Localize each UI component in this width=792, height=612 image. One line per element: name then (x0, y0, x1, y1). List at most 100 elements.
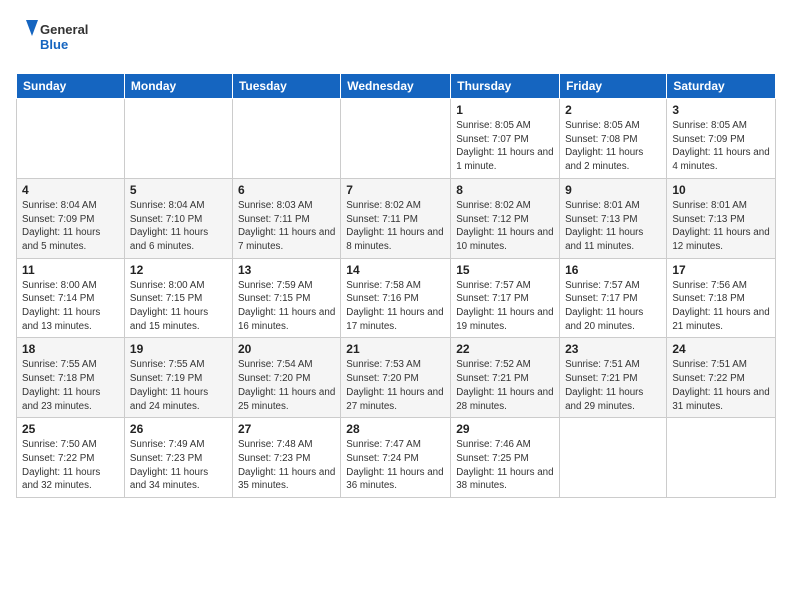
header-tuesday: Tuesday (232, 74, 340, 99)
day-info: Sunrise: 8:04 AM Sunset: 7:10 PM Dayligh… (130, 199, 227, 254)
day-info: Sunrise: 7:57 AM Sunset: 7:17 PM Dayligh… (565, 279, 661, 334)
week-row-2: 4 Sunrise: 8:04 AM Sunset: 7:09 PM Daylig… (17, 178, 776, 258)
calendar-cell: 6 Sunrise: 8:03 AM Sunset: 7:11 PM Daylig… (232, 178, 340, 258)
day-info: Sunrise: 8:00 AM Sunset: 7:15 PM Dayligh… (130, 279, 227, 334)
day-info: Sunrise: 7:56 AM Sunset: 7:18 PM Dayligh… (672, 279, 770, 334)
header-friday: Friday (560, 74, 667, 99)
day-info: Sunrise: 7:46 AM Sunset: 7:25 PM Dayligh… (456, 438, 554, 493)
day-number: 14 (346, 263, 445, 277)
calendar-cell: 19 Sunrise: 7:55 AM Sunset: 7:19 PM Dayli… (124, 338, 232, 418)
svg-text:General: General (40, 22, 88, 37)
day-info: Sunrise: 7:49 AM Sunset: 7:23 PM Dayligh… (130, 438, 227, 493)
day-number: 9 (565, 183, 661, 197)
calendar-cell: 21 Sunrise: 7:53 AM Sunset: 7:20 PM Dayli… (341, 338, 451, 418)
calendar-cell: 12 Sunrise: 8:00 AM Sunset: 7:15 PM Dayli… (124, 258, 232, 338)
day-info: Sunrise: 7:55 AM Sunset: 7:19 PM Dayligh… (130, 358, 227, 413)
calendar-cell: 17 Sunrise: 7:56 AM Sunset: 7:18 PM Dayli… (667, 258, 776, 338)
day-info: Sunrise: 7:52 AM Sunset: 7:21 PM Dayligh… (456, 358, 554, 413)
day-info: Sunrise: 8:03 AM Sunset: 7:11 PM Dayligh… (238, 199, 335, 254)
calendar-cell: 27Sunrise: 7:48 AM Sunset: 7:23 PM Dayli… (232, 418, 340, 498)
header-wednesday: Wednesday (341, 74, 451, 99)
calendar-cell: 25Sunrise: 7:50 AM Sunset: 7:22 PM Dayli… (17, 418, 125, 498)
page-header: General Blue (16, 16, 776, 61)
day-info: Sunrise: 8:02 AM Sunset: 7:11 PM Dayligh… (346, 199, 445, 254)
day-info: Sunrise: 7:54 AM Sunset: 7:20 PM Dayligh… (238, 358, 335, 413)
logo-svg: General Blue (16, 16, 106, 61)
days-header-row: SundayMondayTuesdayWednesdayThursdayFrid… (17, 74, 776, 99)
day-number: 28 (346, 422, 445, 436)
calendar-cell: 16 Sunrise: 7:57 AM Sunset: 7:17 PM Dayli… (560, 258, 667, 338)
day-number: 8 (456, 183, 554, 197)
day-number: 2 (565, 103, 661, 117)
day-number: 5 (130, 183, 227, 197)
day-number: 17 (672, 263, 770, 277)
day-number: 12 (130, 263, 227, 277)
calendar-cell: 13 Sunrise: 7:59 AM Sunset: 7:15 PM Dayli… (232, 258, 340, 338)
calendar-cell: 29 Sunrise: 7:46 AM Sunset: 7:25 PM Dayli… (451, 418, 560, 498)
day-info: Sunrise: 8:04 AM Sunset: 7:09 PM Dayligh… (22, 199, 119, 254)
calendar-cell: 18Sunrise: 7:55 AM Sunset: 7:18 PM Dayli… (17, 338, 125, 418)
day-number: 29 (456, 422, 554, 436)
calendar-cell: 26 Sunrise: 7:49 AM Sunset: 7:23 PM Dayli… (124, 418, 232, 498)
calendar-cell (124, 99, 232, 179)
day-number: 18 (22, 342, 119, 356)
calendar-cell: 24 Sunrise: 7:51 AM Sunset: 7:22 PM Dayli… (667, 338, 776, 418)
day-number: 4 (22, 183, 119, 197)
day-info: Sunrise: 7:53 AM Sunset: 7:20 PM Dayligh… (346, 358, 445, 413)
calendar-cell (341, 99, 451, 179)
day-number: 22 (456, 342, 554, 356)
week-row-1: 1 Sunrise: 8:05 AM Sunset: 7:07 PM Daylig… (17, 99, 776, 179)
day-info: Sunrise: 7:47 AM Sunset: 7:24 PM Dayligh… (346, 438, 445, 493)
day-info: Sunrise: 7:51 AM Sunset: 7:21 PM Dayligh… (565, 358, 661, 413)
week-row-4: 18Sunrise: 7:55 AM Sunset: 7:18 PM Dayli… (17, 338, 776, 418)
day-number: 26 (130, 422, 227, 436)
day-number: 19 (130, 342, 227, 356)
header-thursday: Thursday (451, 74, 560, 99)
calendar-cell: 14 Sunrise: 7:58 AM Sunset: 7:16 PM Dayli… (341, 258, 451, 338)
calendar-cell: 28 Sunrise: 7:47 AM Sunset: 7:24 PM Dayli… (341, 418, 451, 498)
week-row-3: 11 Sunrise: 8:00 AM Sunset: 7:14 PM Dayli… (17, 258, 776, 338)
calendar-cell (560, 418, 667, 498)
day-number: 23 (565, 342, 661, 356)
day-info: Sunrise: 8:00 AM Sunset: 7:14 PM Dayligh… (22, 279, 119, 334)
day-info: Sunrise: 7:50 AM Sunset: 7:22 PM Dayligh… (22, 438, 119, 493)
calendar-cell: 7 Sunrise: 8:02 AM Sunset: 7:11 PM Daylig… (341, 178, 451, 258)
calendar-cell: 3Sunrise: 8:05 AM Sunset: 7:09 PM Daylig… (667, 99, 776, 179)
day-info: Sunrise: 8:01 AM Sunset: 7:13 PM Dayligh… (672, 199, 770, 254)
day-number: 3 (672, 103, 770, 117)
day-info: Sunrise: 7:58 AM Sunset: 7:16 PM Dayligh… (346, 279, 445, 334)
calendar-cell: 1 Sunrise: 8:05 AM Sunset: 7:07 PM Daylig… (451, 99, 560, 179)
day-number: 7 (346, 183, 445, 197)
calendar-cell: 5 Sunrise: 8:04 AM Sunset: 7:10 PM Daylig… (124, 178, 232, 258)
calendar-cell: 11 Sunrise: 8:00 AM Sunset: 7:14 PM Dayli… (17, 258, 125, 338)
day-info: Sunrise: 7:59 AM Sunset: 7:15 PM Dayligh… (238, 279, 335, 334)
day-number: 16 (565, 263, 661, 277)
day-info: Sunrise: 7:51 AM Sunset: 7:22 PM Dayligh… (672, 358, 770, 413)
calendar-cell (667, 418, 776, 498)
calendar-cell (17, 99, 125, 179)
calendar-table: SundayMondayTuesdayWednesdayThursdayFrid… (16, 73, 776, 498)
header-sunday: Sunday (17, 74, 125, 99)
day-info: Sunrise: 7:48 AM Sunset: 7:23 PM Dayligh… (238, 438, 335, 493)
calendar-cell: 15Sunrise: 7:57 AM Sunset: 7:17 PM Dayli… (451, 258, 560, 338)
calendar-cell: 20 Sunrise: 7:54 AM Sunset: 7:20 PM Dayli… (232, 338, 340, 418)
calendar-cell: 2Sunrise: 8:05 AM Sunset: 7:08 PM Daylig… (560, 99, 667, 179)
day-number: 24 (672, 342, 770, 356)
svg-text:Blue: Blue (40, 37, 68, 52)
header-monday: Monday (124, 74, 232, 99)
calendar-cell: 9 Sunrise: 8:01 AM Sunset: 7:13 PM Daylig… (560, 178, 667, 258)
header-saturday: Saturday (667, 74, 776, 99)
calendar-cell (232, 99, 340, 179)
calendar-cell: 8Sunrise: 8:02 AM Sunset: 7:12 PM Daylig… (451, 178, 560, 258)
day-number: 6 (238, 183, 335, 197)
day-number: 21 (346, 342, 445, 356)
logo: General Blue (16, 16, 106, 61)
day-number: 11 (22, 263, 119, 277)
day-info: Sunrise: 8:05 AM Sunset: 7:07 PM Dayligh… (456, 119, 554, 174)
day-number: 1 (456, 103, 554, 117)
week-row-5: 25Sunrise: 7:50 AM Sunset: 7:22 PM Dayli… (17, 418, 776, 498)
day-info: Sunrise: 8:01 AM Sunset: 7:13 PM Dayligh… (565, 199, 661, 254)
day-number: 20 (238, 342, 335, 356)
day-number: 13 (238, 263, 335, 277)
day-number: 15 (456, 263, 554, 277)
